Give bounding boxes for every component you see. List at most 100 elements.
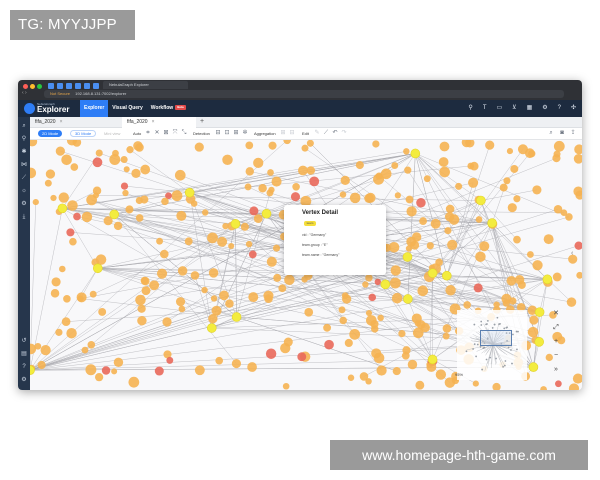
graph-vertex[interactable] [55, 328, 63, 336]
graph-vertex[interactable] [365, 192, 376, 203]
graph-vertex[interactable] [111, 368, 118, 375]
line-icon[interactable]: ⟋ [21, 175, 27, 181]
add-tab-button[interactable]: + [200, 117, 204, 127]
graph-vertex[interactable] [67, 200, 78, 211]
tab-fifa-2020-2[interactable]: fifa_2020 × [122, 117, 196, 128]
graph-vertex[interactable] [573, 154, 582, 164]
graph-vertex[interactable] [70, 163, 79, 171]
graph-vertex[interactable] [126, 146, 134, 154]
hub-vertex[interactable] [380, 279, 391, 290]
graph-vertex[interactable] [430, 218, 441, 229]
graph-vertex[interactable] [215, 356, 224, 365]
graph-vertex[interactable] [282, 382, 290, 390]
graph-vertex[interactable] [405, 195, 414, 204]
mode-3d-button[interactable]: 3D Mode [70, 130, 97, 137]
detect-4-icon[interactable]: ✲ [242, 130, 248, 136]
pinned-tab-icon[interactable] [93, 83, 99, 89]
graph-vertex[interactable] [565, 213, 573, 221]
graph-vertex[interactable] [517, 280, 526, 289]
graph-vertex[interactable] [444, 227, 452, 235]
hub-vertex[interactable] [109, 209, 120, 220]
graph-vertex[interactable] [365, 378, 372, 385]
graph-vertex[interactable] [414, 320, 421, 327]
graph-vertex[interactable] [217, 236, 228, 247]
graph-vertex[interactable] [306, 140, 314, 147]
graph-vertex[interactable] [184, 237, 193, 246]
gear-icon[interactable]: ⚙ [21, 201, 27, 207]
bulb-icon[interactable]: ☼ [21, 188, 27, 194]
hub-vertex[interactable] [427, 268, 438, 278]
graph-vertex[interactable] [133, 141, 143, 151]
graph-vertex[interactable] [161, 197, 169, 206]
graph-vertex[interactable] [507, 203, 517, 213]
graph-vertex[interactable] [292, 182, 300, 191]
graph-vertex[interactable] [128, 376, 140, 388]
graph-vertex[interactable] [61, 317, 71, 326]
tab-fifa-2020-1[interactable]: fifa_2020 × [30, 117, 120, 128]
graph-vertex[interactable] [30, 140, 38, 147]
graph-vertex[interactable] [540, 386, 547, 390]
hub-vertex[interactable] [402, 252, 413, 262]
undo-icon[interactable]: ↶ [332, 130, 338, 136]
graph-vertex[interactable] [273, 273, 282, 282]
grid-icon[interactable]: ▦ [527, 105, 533, 112]
hub-vertex[interactable] [184, 187, 195, 198]
graph-vertex[interactable] [222, 154, 233, 166]
graph-vertex[interactable] [140, 276, 149, 285]
graph-vertex[interactable] [178, 305, 186, 313]
graph-vertex[interactable] [416, 198, 426, 208]
graph-vertex[interactable] [420, 322, 430, 333]
graph-vertex[interactable] [398, 329, 406, 338]
graph-vertex[interactable] [349, 192, 361, 204]
graph-vertex[interactable] [415, 380, 425, 390]
graph-vertex[interactable] [463, 301, 471, 309]
graph-edge[interactable] [415, 153, 570, 218]
graph-vertex[interactable] [442, 324, 452, 333]
minimap-viewport[interactable] [480, 330, 512, 346]
zoom-in-icon[interactable]: + [552, 338, 560, 346]
edit-vertex-icon[interactable]: ✎ [314, 130, 320, 136]
graph-vertex[interactable] [349, 328, 361, 340]
graph-vertex[interactable] [267, 169, 274, 176]
graph-vertex[interactable] [506, 148, 514, 155]
graph-vertex[interactable] [455, 182, 463, 190]
hub-vertex[interactable] [542, 274, 553, 285]
layout-icon[interactable]: ▭ [496, 105, 502, 112]
graph-vertex[interactable] [72, 140, 82, 147]
graph-vertex[interactable] [87, 341, 96, 349]
graph-edge[interactable] [97, 268, 146, 282]
hub-vertex[interactable] [93, 263, 103, 274]
graph-vertex[interactable] [177, 266, 188, 276]
camera-icon[interactable]: ◙ [559, 130, 565, 136]
graph-vertex[interactable] [438, 157, 449, 167]
tab-close-icon[interactable]: × [60, 119, 63, 125]
graph-vertex[interactable] [301, 144, 309, 152]
graph-vertex[interactable] [510, 164, 519, 173]
graph-vertex[interactable] [445, 204, 455, 214]
graph-vertex[interactable] [532, 260, 543, 271]
graph-vertex[interactable] [442, 332, 450, 340]
graph-vertex[interactable] [468, 177, 479, 188]
tab-close-icon[interactable]: × [152, 119, 155, 125]
graph-vertex[interactable] [389, 277, 401, 289]
graph-vertex[interactable] [376, 365, 387, 376]
collapse-panel-icon[interactable]: » [552, 366, 560, 374]
graph-vertex[interactable] [73, 212, 81, 221]
graph-vertex[interactable] [125, 205, 134, 214]
graph-vertex[interactable] [92, 192, 99, 199]
graph-vertex[interactable] [253, 214, 263, 223]
graph-vertex[interactable] [101, 366, 111, 375]
panel-expand-arrow-icon[interactable]: ‹ [571, 250, 573, 257]
graph-vertex[interactable] [268, 141, 277, 150]
graph-vertex[interactable] [63, 295, 71, 303]
graph-vertex[interactable] [190, 271, 200, 280]
graph-vertex[interactable] [201, 286, 208, 294]
graph-vertex[interactable] [284, 274, 295, 286]
graph-vertex[interactable] [419, 217, 427, 225]
graph-vertex[interactable] [37, 360, 46, 370]
graph-vertex[interactable] [502, 299, 510, 307]
graph-vertex[interactable] [509, 297, 517, 305]
graph-vertex[interactable] [499, 183, 508, 192]
path-icon[interactable]: ⋈ [21, 162, 27, 168]
graph-vertex[interactable] [513, 235, 521, 244]
